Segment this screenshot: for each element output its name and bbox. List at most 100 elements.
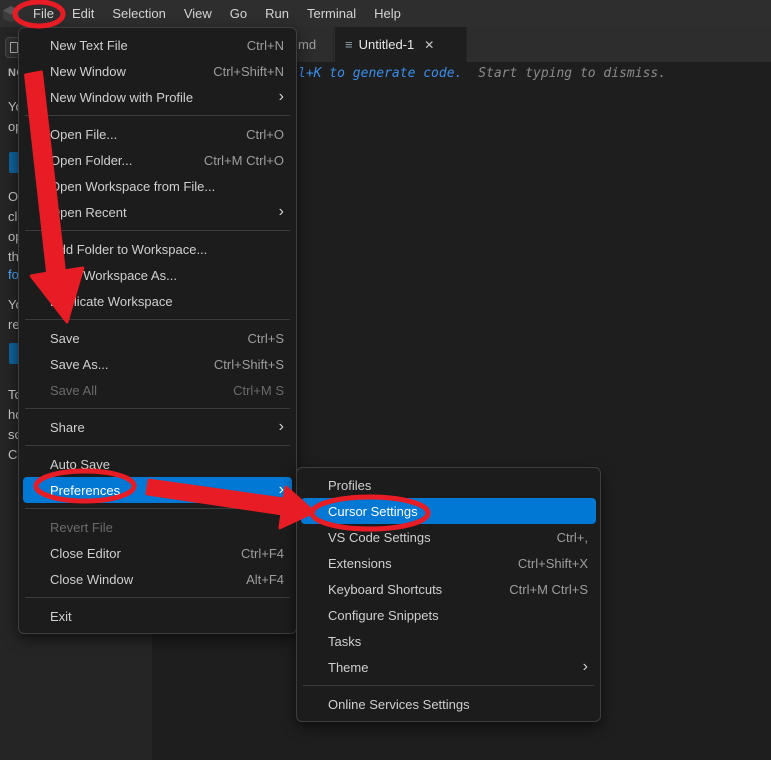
menubar-item-view[interactable]: View: [175, 0, 221, 27]
menu-item-label: Open Folder...: [50, 153, 132, 168]
file-menu-item[interactable]: Open Folder... Ctrl+M Ctrl+O: [19, 147, 296, 173]
menu-item-label: Share: [50, 420, 85, 435]
file-menu-item[interactable]: Close Editor Ctrl+F4: [19, 540, 296, 566]
menubar-item-run[interactable]: Run: [256, 0, 298, 27]
tab-title: Untitled-1: [359, 37, 415, 52]
menu-item-label: Save: [50, 331, 80, 346]
menu-item-label: Open Recent: [50, 205, 127, 220]
menu-item-shortcut: Ctrl+Shift+X: [518, 556, 588, 571]
menu-item-shortcut: Ctrl+O: [246, 127, 284, 142]
menu-item-label: Online Services Settings: [328, 697, 470, 712]
menu-item-shortcut: Ctrl+M Ctrl+O: [204, 153, 284, 168]
menu-item-shortcut: Ctrl+N: [247, 38, 284, 53]
editor-hint-text: l+K to generate code. Start typing to di…: [298, 66, 666, 81]
menu-separator: [25, 319, 290, 320]
menu-item-label: New Window with Profile: [50, 90, 193, 105]
menu-item-shortcut: Ctrl+M Ctrl+S: [509, 582, 588, 597]
menu-item-label: Theme: [328, 660, 368, 675]
menubar-item-terminal[interactable]: Terminal: [298, 0, 365, 27]
menu-item-label: New Window: [50, 64, 126, 79]
menubar-item-selection[interactable]: Selection: [103, 0, 174, 27]
chevron-right-icon: ›: [279, 89, 284, 105]
menu-item-label: Exit: [50, 609, 72, 624]
file-menu-item[interactable]: New Window with Profile ›: [19, 84, 296, 110]
menu-item-label: Configure Snippets: [328, 608, 439, 623]
chevron-right-icon: ›: [583, 659, 588, 675]
app-logo-icon: [2, 5, 20, 23]
file-menu-item[interactable]: Close Window Alt+F4: [19, 566, 296, 592]
chevron-right-icon: ›: [279, 419, 284, 435]
menu-separator: [25, 445, 290, 446]
close-tab-icon[interactable]: ✕: [424, 38, 434, 52]
file-menu-dropdown: New Text File Ctrl+N New Window Ctrl+Shi…: [18, 27, 297, 634]
menu-bar: File Edit Selection View Go Run Terminal…: [0, 0, 771, 27]
file-menu-item[interactable]: Share ›: [19, 414, 296, 440]
menu-item-label: Save All: [50, 383, 97, 398]
menu-item-shortcut: Ctrl+Shift+S: [214, 357, 284, 372]
submenu-item[interactable]: Theme ›: [297, 654, 600, 680]
menu-item-label: Auto Save: [50, 457, 110, 472]
menu-item-label: Close Editor: [50, 546, 121, 561]
menu-item-label: Add Folder to Workspace...: [50, 242, 207, 257]
file-menu-item[interactable]: New Window Ctrl+Shift+N: [19, 58, 296, 84]
menu-separator: [25, 230, 290, 231]
menu-item-label: Preferences: [50, 483, 120, 498]
submenu-item[interactable]: Cursor Settings: [301, 498, 596, 524]
menu-item-shortcut: Alt+F4: [246, 572, 284, 587]
file-menu-item[interactable]: Add Folder to Workspace...: [19, 236, 296, 262]
menu-item-shortcut: Ctrl+M S: [233, 383, 284, 398]
submenu-item[interactable]: VS Code Settings Ctrl+,: [297, 524, 600, 550]
menu-separator: [25, 408, 290, 409]
submenu-item[interactable]: Extensions Ctrl+Shift+X: [297, 550, 600, 576]
file-menu-item[interactable]: Revert File: [19, 514, 296, 540]
hint-secondary: Start typing to dismiss.: [478, 66, 666, 81]
file-menu-item[interactable]: Open File... Ctrl+O: [19, 121, 296, 147]
menu-item-label: Revert File: [50, 520, 113, 535]
submenu-item[interactable]: Tasks: [297, 628, 600, 654]
menubar-item-go[interactable]: Go: [221, 0, 256, 27]
file-menu-item[interactable]: Auto Save: [19, 451, 296, 477]
menu-item-label: New Text File: [50, 38, 128, 53]
chevron-right-icon: ›: [279, 204, 284, 220]
menu-separator: [25, 508, 290, 509]
file-menu-item[interactable]: Save All Ctrl+M S: [19, 377, 296, 403]
file-menu-item[interactable]: Duplicate Workspace: [19, 288, 296, 314]
submenu-item[interactable]: Online Services Settings: [297, 691, 600, 717]
file-menu-item[interactable]: Save As... Ctrl+Shift+S: [19, 351, 296, 377]
menu-item-label: VS Code Settings: [328, 530, 431, 545]
menu-item-label: Open Workspace from File...: [50, 179, 215, 194]
menu-separator: [303, 685, 594, 686]
menu-item-label: Duplicate Workspace: [50, 294, 173, 309]
menu-item-label: Keyboard Shortcuts: [328, 582, 442, 597]
text-file-icon: ≡: [345, 38, 353, 51]
menubar-item-edit[interactable]: Edit: [63, 0, 103, 27]
file-menu-item[interactable]: Preferences ›: [23, 477, 292, 503]
menu-item-label: Extensions: [328, 556, 392, 571]
submenu-item[interactable]: Keyboard Shortcuts Ctrl+M Ctrl+S: [297, 576, 600, 602]
file-menu-item[interactable]: New Text File Ctrl+N: [19, 32, 296, 58]
submenu-item[interactable]: Configure Snippets: [297, 602, 600, 628]
menu-item-shortcut: Ctrl+F4: [241, 546, 284, 561]
tab-untitled-1[interactable]: ≡ Untitled-1 ✕: [335, 27, 467, 62]
preferences-submenu: Profiles Cursor Settings VS Code Setting…: [296, 467, 601, 722]
menu-item-shortcut: Ctrl+S: [248, 331, 284, 346]
file-menu-item[interactable]: Exit: [19, 603, 296, 629]
menu-item-label: Open File...: [50, 127, 117, 142]
file-menu-item[interactable]: Open Recent ›: [19, 199, 296, 225]
file-menu-item[interactable]: Save Ctrl+S: [19, 325, 296, 351]
menu-item-label: Cursor Settings: [328, 504, 418, 519]
menu-separator: [25, 115, 290, 116]
submenu-item[interactable]: Profiles: [297, 472, 600, 498]
menu-item-label: Tasks: [328, 634, 361, 649]
file-menu-item[interactable]: Save Workspace As...: [19, 262, 296, 288]
menu-item-label: Save As...: [50, 357, 109, 372]
menu-item-label: Close Window: [50, 572, 133, 587]
menubar-item-help[interactable]: Help: [365, 0, 410, 27]
file-menu-item[interactable]: Open Workspace from File...: [19, 173, 296, 199]
menubar-item-file[interactable]: File: [24, 0, 63, 27]
menu-separator: [25, 597, 290, 598]
menu-item-label: Save Workspace As...: [50, 268, 177, 283]
chevron-right-icon: ›: [279, 482, 284, 498]
menu-item-shortcut: Ctrl+,: [557, 530, 588, 545]
menu-item-label: Profiles: [328, 478, 371, 493]
